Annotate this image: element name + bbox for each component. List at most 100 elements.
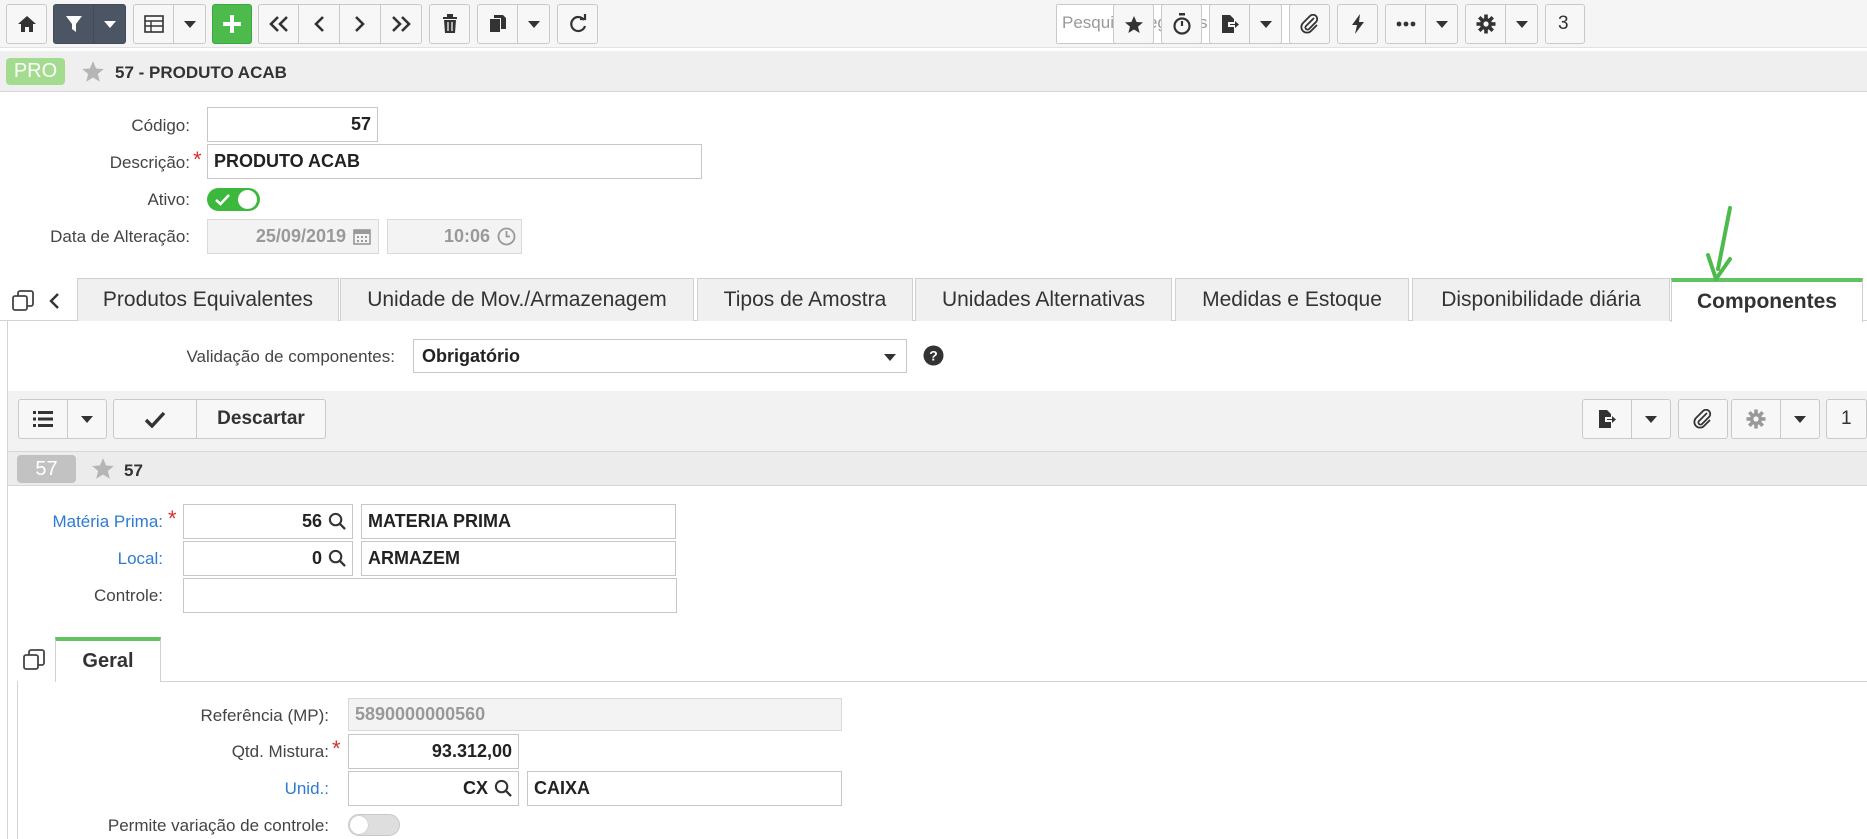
settings-button[interactable] <box>1731 399 1781 439</box>
plus-icon <box>223 15 241 33</box>
list-dropdown[interactable] <box>67 399 107 439</box>
bolt-icon <box>1351 14 1364 34</box>
copy-button[interactable] <box>477 4 518 44</box>
descricao-field[interactable]: PRODUTO ACAB <box>207 144 702 179</box>
tab-tipos-amostra[interactable]: Tipos de Amostra <box>697 278 913 321</box>
data-alteracao-value: 25/09/2019 <box>255 226 346 246</box>
svg-text:?: ? <box>929 348 938 364</box>
permite-variacao-label: Permite variação de controle: <box>107 816 329 835</box>
filter-button[interactable] <box>53 4 94 44</box>
home-icon <box>17 16 36 32</box>
window-copy-icon[interactable] <box>12 290 34 312</box>
validacao-select[interactable]: Obrigatório <box>413 339 907 373</box>
tab-geral[interactable]: Geral <box>55 637 161 682</box>
chevron-left-icon <box>314 16 324 32</box>
help-icon[interactable]: ? <box>923 345 944 366</box>
codigo-field[interactable]: 57 <box>207 107 378 142</box>
delete-button[interactable] <box>429 4 470 44</box>
export-button[interactable] <box>1209 4 1250 44</box>
grid-button[interactable] <box>133 4 174 44</box>
materia-prima-label[interactable]: Matéria Prima: <box>52 512 163 532</box>
qtd-mistura-field[interactable]: 93.312,00 <box>348 734 519 769</box>
more-dropdown[interactable] <box>1425 4 1458 44</box>
components-page-input[interactable]: 1 <box>1826 399 1867 439</box>
local-label[interactable]: Local: <box>118 549 163 569</box>
export-dropdown[interactable] <box>1631 399 1671 439</box>
double-chevron-right-icon <box>392 16 411 32</box>
descartar-button[interactable]: Descartar <box>196 399 326 439</box>
more-icon <box>1396 21 1415 27</box>
controle-field[interactable] <box>183 578 677 613</box>
chevron-down-icon <box>103 20 116 28</box>
search-icon[interactable] <box>328 549 346 567</box>
gear-icon <box>1746 409 1766 429</box>
export-dropdown[interactable] <box>1249 4 1282 44</box>
search-icon[interactable] <box>328 512 346 530</box>
favorite-star-icon[interactable] <box>81 60 105 83</box>
settings-dropdown[interactable] <box>1505 4 1538 44</box>
data-alteracao-label: Data de Alteração: <box>50 227 190 246</box>
components-page-number: 1 <box>1841 408 1852 429</box>
required-marker: * <box>332 736 341 761</box>
grid-dropdown[interactable] <box>173 4 206 44</box>
inner-tabbar-line <box>160 681 1867 682</box>
previous-record-button[interactable] <box>298 4 340 44</box>
tab-produtos-equivalentes[interactable]: Produtos Equivalentes <box>77 278 339 321</box>
component-record-title: 57 <box>124 461 143 480</box>
page-number-input[interactable]: 3 <box>1545 4 1585 44</box>
permite-variacao-toggle[interactable] <box>348 814 400 836</box>
local-desc-field: ARMAZEM <box>361 541 676 576</box>
settings-button[interactable] <box>1465 4 1506 44</box>
tab-disponibilidade-diaria[interactable]: Disponibilidade diária <box>1412 278 1670 321</box>
copy-dropdown[interactable] <box>517 4 550 44</box>
record-badge: PRO <box>6 58 65 85</box>
refresh-button[interactable] <box>557 4 598 44</box>
clock-icon[interactable] <box>497 227 516 246</box>
more-button[interactable] <box>1385 4 1426 44</box>
ativo-label: Ativo: <box>147 190 190 209</box>
window-copy-icon[interactable] <box>23 649 45 671</box>
main-toolbar: 3 <box>0 0 1867 48</box>
next-record-button[interactable] <box>339 4 381 44</box>
descricao-label: Descrição: <box>109 153 190 172</box>
tab-unidades-alternativas[interactable]: Unidades Alternativas <box>915 278 1172 321</box>
confirm-button[interactable] <box>113 399 197 439</box>
tab-medidas-estoque[interactable]: Medidas e Estoque <box>1175 278 1409 321</box>
first-record-button[interactable] <box>258 4 299 44</box>
add-button[interactable] <box>212 4 252 44</box>
actions-button[interactable] <box>1337 4 1378 44</box>
referencia-label: Referência (MP): <box>200 706 329 725</box>
star-icon <box>1124 15 1143 33</box>
filter-dropdown[interactable] <box>93 4 126 44</box>
attachments-button[interactable] <box>1289 4 1330 44</box>
record-title: 57 - PRODUTO ACAB <box>115 63 287 82</box>
ativo-toggle[interactable] <box>207 188 260 211</box>
favorite-button[interactable] <box>1113 4 1154 44</box>
attachments-button[interactable] <box>1678 399 1728 439</box>
component-badge: 57 <box>17 455 76 483</box>
home-button[interactable] <box>6 4 47 44</box>
chevron-down-icon <box>183 20 196 28</box>
calendar-icon[interactable] <box>353 228 371 245</box>
unid-desc-field: CAIXA <box>527 771 842 806</box>
settings-dropdown[interactable] <box>1780 399 1820 439</box>
search-icon[interactable] <box>494 779 512 797</box>
chevron-down-icon <box>1435 20 1448 28</box>
tabs-scroll-left-icon[interactable] <box>48 292 60 310</box>
toggle-knob <box>350 816 368 834</box>
unid-label[interactable]: Unid.: <box>285 779 329 799</box>
list-button[interactable] <box>18 399 68 439</box>
last-record-button[interactable] <box>380 4 422 44</box>
double-chevron-left-icon <box>268 16 288 32</box>
copy-icon <box>489 15 506 32</box>
validacao-value: Obrigatório <box>422 346 520 366</box>
inner-tab-border <box>17 681 18 839</box>
tab-unidade-mov-armazenagem[interactable]: Unidade de Mov./Armazenagem <box>340 278 694 321</box>
export-button[interactable] <box>1582 399 1632 439</box>
favorite-star-icon[interactable] <box>91 457 115 480</box>
timer-button[interactable] <box>1161 4 1202 44</box>
hora-alteracao-value: 10:06 <box>443 226 490 246</box>
check-icon <box>215 194 230 206</box>
qtd-mistura-label: Qtd. Mistura: <box>231 742 329 761</box>
refresh-icon <box>569 14 586 33</box>
